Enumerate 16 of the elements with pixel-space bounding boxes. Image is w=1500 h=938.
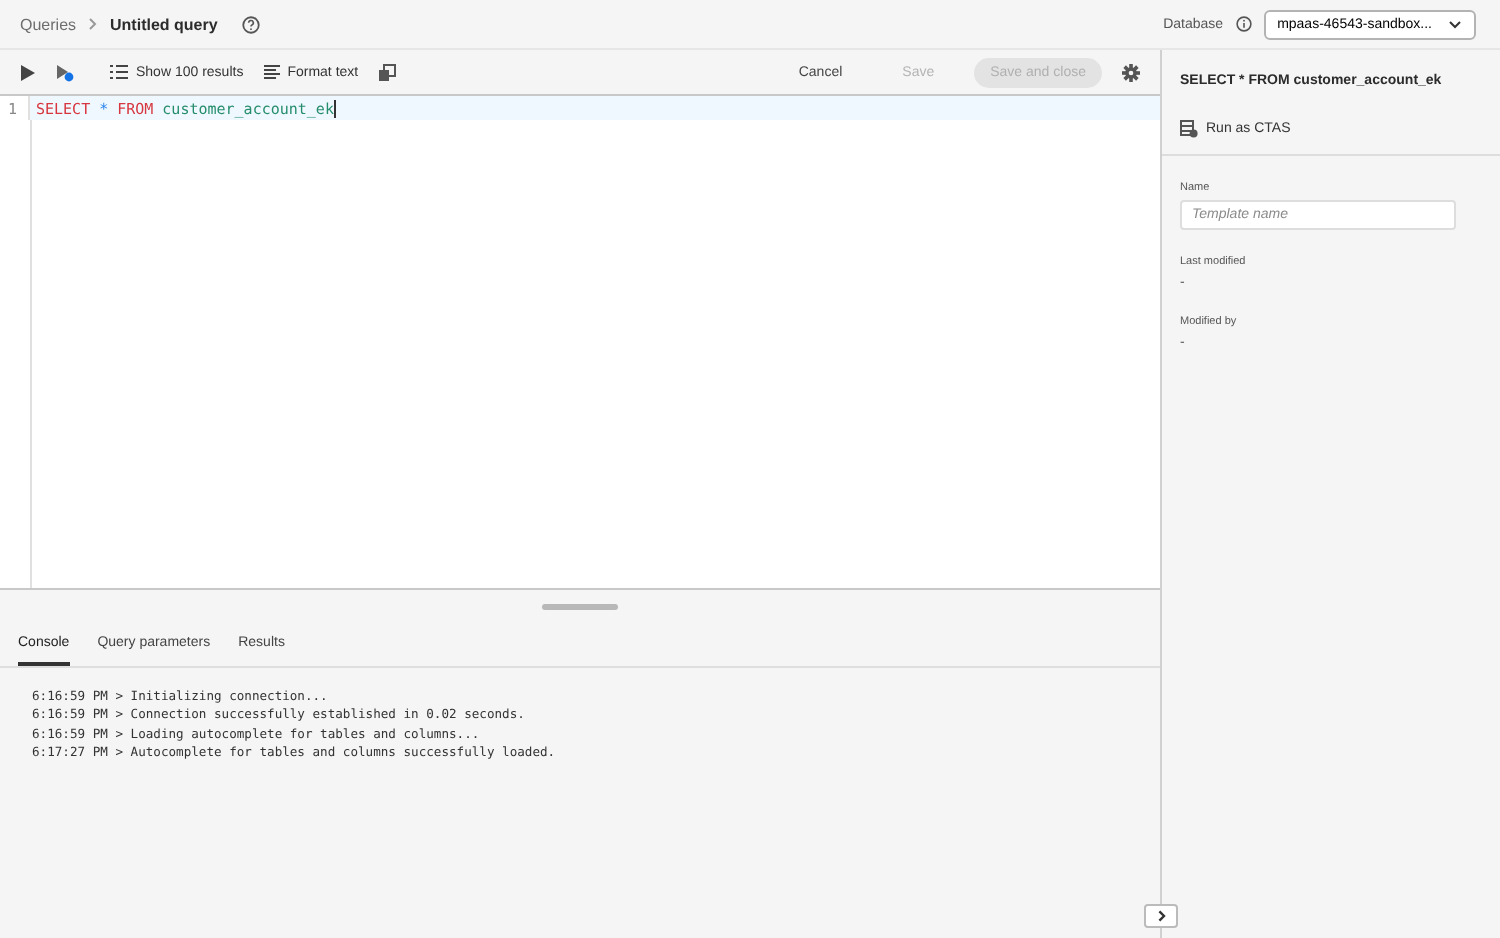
resize-handle[interactable] — [542, 604, 618, 610]
info-icon[interactable] — [1235, 16, 1252, 32]
chevron-down-icon — [1448, 19, 1462, 29]
help-icon[interactable] — [241, 15, 260, 33]
page-title: Untitled query — [110, 15, 218, 33]
chevron-icon — [88, 18, 99, 30]
breadcrumb-link[interactable]: Queries — [20, 15, 77, 33]
table-icon — [1180, 120, 1198, 138]
settings-icon[interactable] — [1122, 63, 1140, 81]
copy-icon[interactable] — [378, 63, 397, 81]
run-selection-icon[interactable] — [56, 63, 74, 81]
text-lines-icon — [263, 64, 280, 80]
list-icon — [110, 64, 128, 80]
run-icon[interactable] — [20, 63, 36, 81]
expand-button[interactable] — [1144, 904, 1178, 928]
chevron-right-icon — [1157, 910, 1165, 922]
